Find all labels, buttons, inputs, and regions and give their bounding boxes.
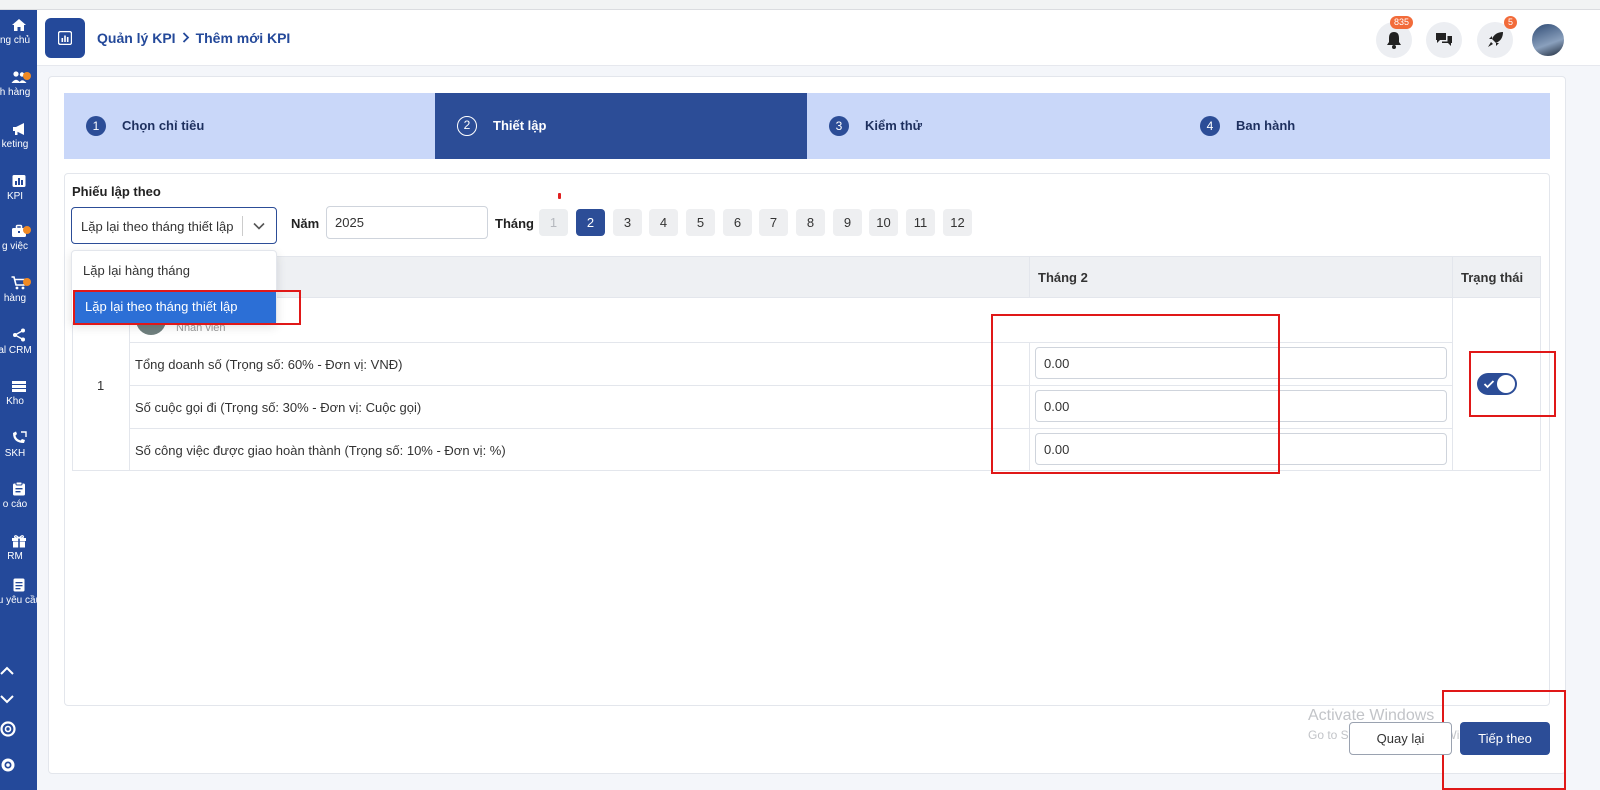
kpi-module-button[interactable]	[45, 18, 85, 58]
sidebar-item-sales[interactable]: hàng	[0, 276, 37, 304]
share-icon	[12, 328, 25, 342]
month-button-3[interactable]: 3	[613, 209, 642, 236]
month-button-6[interactable]: 6	[723, 209, 752, 236]
column-header-month: Tháng 2	[1038, 270, 1088, 285]
table-divider	[1029, 342, 1030, 470]
kpi-input-tasks-completed[interactable]	[1035, 433, 1447, 465]
table-divider	[1452, 256, 1453, 470]
phone-icon	[12, 431, 27, 443]
rocket-button[interactable]: 5	[1477, 16, 1518, 58]
month-button-2[interactable]: 2	[576, 209, 605, 236]
kpi-label-outgoing-calls: Số cuộc gọi đi (Trọng số: 30% - Đơn vị: …	[135, 400, 422, 415]
notification-dot	[23, 278, 31, 286]
support-icon[interactable]	[0, 721, 16, 737]
row-index: 1	[97, 378, 105, 393]
status-toggle[interactable]	[1477, 373, 1517, 395]
phieu-label: Phiếu lập theo	[72, 184, 161, 199]
toggle-knob	[1497, 375, 1515, 393]
step-setup[interactable]: 2 Thiết lập	[435, 93, 807, 159]
sidebar-item-social-crm[interactable]: al CRM	[0, 328, 37, 356]
month-button-1[interactable]: 1	[539, 209, 568, 236]
marketing-icon	[12, 123, 24, 135]
chevron-right-icon	[182, 32, 189, 43]
chevron-down-icon[interactable]	[0, 694, 14, 704]
notification-dot	[23, 72, 31, 80]
check-icon	[1483, 380, 1495, 389]
sidebar-item-requests[interactable]: iếu yêu cầu	[0, 578, 37, 606]
gift-icon	[11, 535, 26, 548]
document-icon	[13, 578, 24, 592]
breadcrumb-current: Thêm mới KPI	[195, 30, 291, 46]
step-testing[interactable]: 3 Kiểm thử	[807, 93, 1178, 159]
report-icon	[12, 482, 25, 496]
table-divider	[1540, 298, 1541, 470]
month-button-7[interactable]: 7	[759, 209, 788, 236]
month-button-8[interactable]: 8	[796, 209, 825, 236]
sidebar-item-reports[interactable]: o cáo	[0, 482, 37, 510]
month-button-10[interactable]: 10	[869, 209, 898, 236]
gear-icon[interactable]	[0, 757, 16, 773]
wizard-steps: 1 Chọn chỉ tiêu 2 Thiết lập 3 Kiểm thử 4…	[64, 93, 1550, 159]
browser-bookmarks-bar	[0, 0, 1600, 10]
kpi-label-tasks-completed: Số công việc được giao hoàn thành (Trọng…	[135, 443, 506, 458]
user-avatar[interactable]	[1530, 22, 1566, 58]
year-label: Năm	[291, 216, 320, 231]
step-publish[interactable]: 4 Ban hành	[1178, 93, 1550, 159]
month-button-9[interactable]: 9	[833, 209, 862, 236]
table-header	[72, 256, 1541, 298]
notifications-button[interactable]: 835	[1376, 16, 1414, 58]
warehouse-icon	[11, 381, 26, 392]
notification-dot	[23, 226, 31, 234]
select-divider	[242, 216, 243, 236]
month-button-4[interactable]: 4	[649, 209, 678, 236]
sidebar-item-crm[interactable]: RM	[0, 534, 37, 562]
breadcrumb-root[interactable]: Quản lý KPI	[97, 30, 176, 46]
kpi-label-total-sales: Tổng doanh số (Trọng số: 60% - Đơn vị: V…	[135, 357, 403, 372]
sidebar-item-kpi[interactable]: KPI	[0, 174, 37, 202]
notification-badge: 835	[1390, 16, 1414, 29]
sidebar-item-warehouse[interactable]: Kho	[0, 379, 37, 407]
dropdown-option-monthly[interactable]: Lặp lại hàng tháng	[72, 254, 276, 287]
column-header-status: Trạng thái	[1461, 270, 1524, 285]
repeat-mode-value: Lặp lại theo tháng thiết lập	[81, 219, 234, 234]
sidebar-item-cskh[interactable]: SKH	[0, 431, 37, 459]
month-label: Tháng	[495, 216, 534, 231]
repeat-mode-select[interactable]: Lặp lại theo tháng thiết lập	[71, 207, 277, 244]
top-header: Quản lý KPI Thêm mới KPI 835 5	[37, 10, 1600, 66]
chart-icon	[12, 175, 25, 187]
sidebar-item-marketing[interactable]: keting	[0, 122, 37, 150]
kpi-input-total-sales[interactable]	[1035, 347, 1447, 379]
table-divider	[129, 342, 1452, 343]
rocket-icon	[1488, 32, 1503, 47]
back-button[interactable]: Quay lại	[1349, 722, 1452, 755]
table-divider	[129, 428, 1452, 429]
chat-icon	[1436, 33, 1452, 46]
rocket-badge: 5	[1504, 16, 1518, 29]
chevron-down-icon	[253, 222, 265, 230]
annotation-mark	[558, 193, 561, 199]
messages-button[interactable]	[1426, 22, 1462, 58]
sidebar-item-tasks[interactable]: g việc	[0, 224, 37, 252]
month-button-5[interactable]: 5	[686, 209, 715, 236]
sidebar: ng chủ h hàng keting KPI g việc hàng al …	[0, 10, 37, 790]
dropdown-option-selected-months[interactable]: Lặp lại theo tháng thiết lập	[74, 290, 276, 323]
month-button-11[interactable]: 11	[906, 209, 935, 236]
table-divider	[72, 470, 1541, 471]
chart-icon	[58, 31, 72, 45]
home-icon	[11, 19, 26, 31]
next-button[interactable]: Tiếp theo	[1460, 722, 1550, 755]
repeat-mode-dropdown: Lặp lại hàng tháng Lặp lại theo tháng th…	[71, 250, 277, 324]
sidebar-item-home[interactable]: ng chủ	[0, 18, 37, 46]
year-input[interactable]	[326, 206, 488, 239]
step-choose-criteria[interactable]: 1 Chọn chỉ tiêu	[64, 93, 435, 159]
bell-icon	[1387, 32, 1401, 49]
kpi-input-outgoing-calls[interactable]	[1035, 390, 1447, 422]
table-divider	[129, 385, 1452, 386]
month-button-12[interactable]: 12	[943, 209, 972, 236]
sidebar-item-customers[interactable]: h hàng	[0, 70, 37, 98]
table-divider	[1029, 256, 1030, 298]
chevron-up-icon[interactable]	[0, 666, 14, 676]
breadcrumb: Quản lý KPI Thêm mới KPI	[97, 30, 290, 46]
